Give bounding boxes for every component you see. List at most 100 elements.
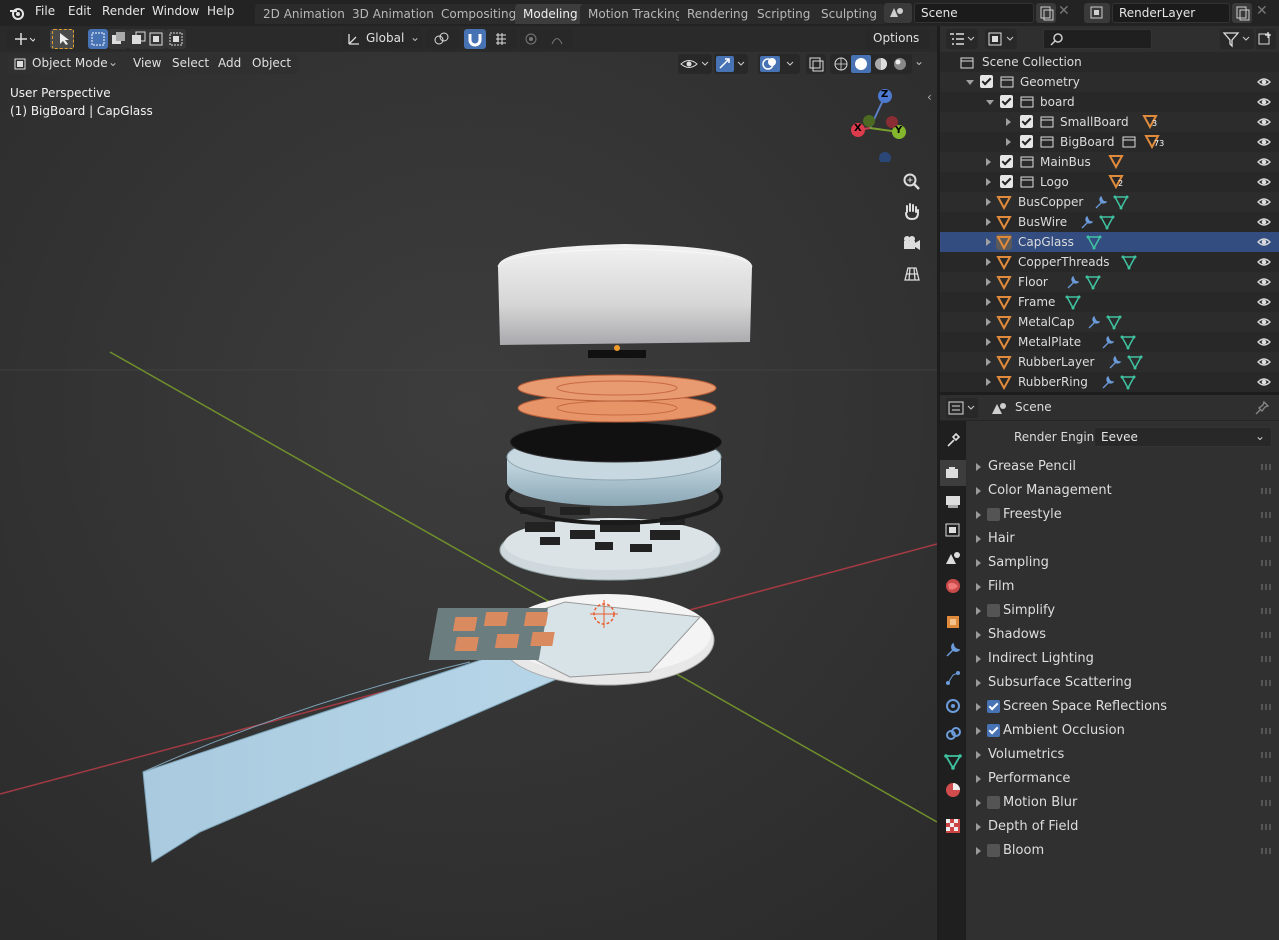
texture-tab-icon[interactable] — [944, 817, 962, 835]
mesh-data-icon[interactable] — [1127, 354, 1143, 370]
drag-handle-icon[interactable] — [1261, 680, 1271, 686]
drag-handle-icon[interactable] — [1261, 584, 1271, 590]
scene-tab-icon[interactable] — [944, 549, 962, 567]
render-engine-dropdown[interactable]: Eevee ⌄ — [1094, 427, 1272, 447]
pin-icon[interactable] — [1254, 400, 1270, 416]
panel-color-management[interactable]: Color Management — [967, 479, 1279, 503]
panel-volumetrics[interactable]: Volumetrics — [967, 743, 1279, 767]
outliner-row-geometry[interactable]: Geometry — [940, 72, 1279, 92]
expand-down-icon[interactable] — [986, 100, 994, 105]
visibility-eye-icon[interactable] — [1257, 95, 1271, 109]
drag-handle-icon[interactable] — [1261, 824, 1271, 830]
select-menu[interactable]: Select — [165, 54, 217, 74]
outliner-row-bigboard[interactable]: BigBoard 73 — [940, 132, 1279, 152]
physics-tab-icon[interactable] — [944, 697, 962, 715]
modifier-wrench-icon[interactable] — [1093, 194, 1109, 210]
mesh-data-icon[interactable] — [1099, 214, 1115, 230]
object-menu[interactable]: Object — [245, 54, 299, 74]
tab-motion-tracking[interactable]: Motion Tracking — [580, 4, 691, 24]
render-tab-icon[interactable] — [944, 464, 962, 482]
visibility-eye-icon[interactable] — [1257, 115, 1271, 129]
new-scene-button[interactable] — [1036, 3, 1056, 23]
panel-shadows[interactable]: Shadows — [967, 623, 1279, 647]
constraints-tab-icon[interactable] — [944, 725, 962, 743]
panel-performance[interactable]: Performance — [967, 767, 1279, 791]
tab-2d-animation[interactable]: 2D Animation — [255, 4, 353, 24]
mesh-data-icon[interactable] — [1121, 254, 1137, 270]
expand-right-icon[interactable] — [986, 298, 991, 306]
drag-handle-icon[interactable] — [1261, 632, 1271, 638]
modifier-wrench-icon[interactable] — [1079, 214, 1095, 230]
add-menu[interactable]: Add — [211, 54, 249, 74]
visibility-eye-icon[interactable] — [1257, 375, 1271, 389]
expand-right-icon[interactable] — [986, 198, 991, 206]
expand-right-icon[interactable] — [986, 338, 991, 346]
drag-handle-icon[interactable] — [1261, 488, 1271, 494]
expand-right-icon[interactable] — [986, 258, 991, 266]
delete-view-layer-icon[interactable]: ✕ — [1256, 3, 1272, 23]
new-view-layer-button[interactable] — [1232, 3, 1252, 23]
object-mode-dropdown[interactable]: Object Mode ⌄ — [8, 54, 119, 74]
outliner-row-logo[interactable]: Logo 2 — [940, 172, 1279, 192]
panel-freestyle[interactable]: Freestyle — [967, 503, 1279, 527]
shading-options-chevron-icon[interactable]: ⌄ — [914, 54, 932, 74]
tab-compositing[interactable]: Compositing — [433, 4, 525, 24]
object-tab-icon[interactable] — [944, 613, 962, 631]
tab-rendering[interactable]: Rendering — [679, 4, 757, 24]
visibility-eye-icon[interactable] — [1257, 195, 1271, 209]
exclude-checkbox[interactable] — [1000, 175, 1013, 188]
mesh-data-icon[interactable] — [1120, 374, 1136, 390]
visibility-eye-icon[interactable] — [1257, 315, 1271, 329]
visibility-eye-icon[interactable] — [1257, 75, 1271, 89]
exclude-checkbox[interactable] — [980, 75, 993, 88]
simplify-checkbox[interactable] — [987, 604, 1000, 617]
freestyle-checkbox[interactable] — [987, 508, 1000, 521]
outliner-row-smallboard[interactable]: SmallBoard 3 — [940, 112, 1279, 132]
pan-hand-icon[interactable] — [902, 202, 922, 222]
expand-right-icon[interactable] — [986, 278, 991, 286]
mesh-data-icon[interactable] — [1113, 194, 1129, 210]
ambient-occlusion-checkbox[interactable] — [987, 724, 1000, 737]
expand-right-icon[interactable] — [1006, 118, 1011, 126]
output-tab-icon[interactable] — [944, 493, 962, 511]
modifier-wrench-icon[interactable] — [1100, 334, 1116, 350]
select-mode-subtract-button[interactable] — [128, 29, 148, 49]
mesh-data-icon[interactable] — [1120, 334, 1136, 350]
expand-right-icon[interactable] — [986, 158, 991, 166]
outliner-row-buscopper[interactable]: BusCopper — [940, 192, 1279, 212]
expand-down-icon[interactable] — [966, 80, 974, 85]
outliner-row-copperthreads[interactable]: CopperThreads — [940, 252, 1279, 272]
outliner-editor-type-button[interactable] — [946, 29, 978, 49]
modifier-wrench-icon[interactable] — [1107, 354, 1123, 370]
drag-handle-icon[interactable] — [1261, 704, 1271, 710]
menu-edit[interactable]: Edit — [68, 4, 91, 18]
3d-viewport[interactable]: User Perspective (1) BigBoard | CapGlass… — [0, 52, 937, 940]
view-layer-tab-icon[interactable] — [944, 521, 962, 539]
drag-handle-icon[interactable] — [1261, 464, 1271, 470]
expand-right-icon[interactable] — [986, 178, 991, 186]
data-tab-icon[interactable] — [944, 753, 962, 771]
outliner-row-rubberlayer[interactable]: RubberLayer — [940, 352, 1279, 372]
overlays-dropdown[interactable] — [758, 54, 800, 74]
proportional-edit-button[interactable] — [520, 29, 542, 49]
properties-editor-type-button[interactable] — [946, 398, 978, 418]
tab-scripting[interactable]: Scripting — [749, 4, 819, 24]
drag-handle-icon[interactable] — [1261, 800, 1271, 806]
outliner-row-mainbus[interactable]: MainBus — [940, 152, 1279, 172]
falloff-dropdown[interactable] — [543, 29, 573, 49]
modifier-wrench-icon[interactable] — [1100, 374, 1116, 390]
mesh-data-icon[interactable] — [1106, 314, 1122, 330]
exclude-checkbox[interactable] — [1020, 135, 1033, 148]
snap-toggle-button[interactable] — [464, 29, 486, 49]
exclude-checkbox[interactable] — [1020, 115, 1033, 128]
outliner-row-metalplate[interactable]: MetalPlate — [940, 332, 1279, 352]
visibility-dropdown[interactable] — [678, 54, 712, 74]
select-mode-invert-button[interactable] — [146, 29, 166, 49]
outliner-row-floor[interactable]: Floor — [940, 272, 1279, 292]
visibility-eye-icon[interactable] — [1257, 215, 1271, 229]
expand-right-icon[interactable] — [986, 358, 991, 366]
panel-hair[interactable]: Hair — [967, 527, 1279, 551]
panel-simplify[interactable]: Simplify — [967, 599, 1279, 623]
child-objects-icon[interactable] — [1108, 154, 1134, 172]
pivot-point-dropdown[interactable] — [426, 29, 460, 49]
